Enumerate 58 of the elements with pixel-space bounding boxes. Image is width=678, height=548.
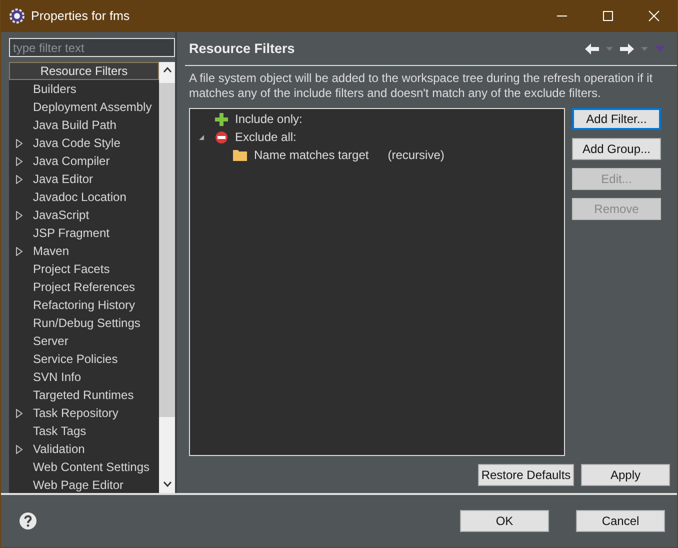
maximize-icon[interactable] (602, 10, 614, 22)
expand-icon[interactable] (16, 409, 23, 418)
nav-item[interactable]: Web Content Settings (9, 458, 159, 476)
nav-item[interactable]: Server (9, 332, 159, 350)
nav-item[interactable]: Service Policies (9, 350, 159, 368)
nav-item[interactable]: Java Compiler (9, 152, 159, 170)
nav-item[interactable]: Java Code Style (9, 134, 159, 152)
window-title: Properties for fms (31, 9, 130, 23)
forward-arrow-icon[interactable] (620, 42, 634, 54)
tree-item[interactable]: Exclude all: (190, 128, 564, 146)
nav-item[interactable]: Targeted Runtimes (9, 386, 159, 404)
dialog-button[interactable]: Cancel (576, 510, 665, 532)
nav-item[interactable]: Deployment Assembly (9, 98, 159, 116)
nav-item[interactable]: Maven (9, 242, 159, 260)
filter-field[interactable]: type filter text (9, 38, 175, 57)
expand-icon[interactable] (16, 139, 23, 148)
close-icon[interactable] (648, 10, 660, 22)
expand-icon[interactable] (16, 211, 23, 220)
page-button[interactable]: Restore Defaults (478, 464, 574, 486)
nav-item[interactable]: Project Facets (9, 260, 159, 278)
gear-icon (9, 8, 25, 24)
expand-icon[interactable] (16, 445, 23, 454)
expand-icon[interactable] (16, 247, 23, 256)
page-title: Resource Filters (189, 41, 295, 56)
collapse-icon[interactable] (198, 134, 205, 140)
scroll-up-icon[interactable] (162, 67, 172, 73)
expand-icon[interactable] (16, 175, 23, 184)
nav-item[interactable]: JavaScript (9, 206, 159, 224)
nav-item[interactable]: Validation (9, 440, 159, 458)
nav-item[interactable]: Project References (9, 278, 159, 296)
nav-item[interactable]: Javadoc Location (9, 188, 159, 206)
description-text: A file system object will be added to the workspace tree during the refresh operation if it matches any of the include filters and doesn't match any of the exclude filters. (189, 71, 654, 101)
help-icon[interactable] (19, 512, 37, 530)
page-button[interactable]: Apply (581, 464, 670, 486)
minus-circle-icon (215, 130, 228, 144)
nav-item[interactable]: Run/Debug Settings (9, 314, 159, 332)
tree-item[interactable]: Include only: (190, 110, 564, 128)
scroll-thumb[interactable] (159, 83, 175, 417)
nav-item[interactable]: Java Build Path (9, 116, 159, 134)
action-button[interactable]: Add Group... (572, 138, 661, 160)
plus-icon (215, 112, 228, 126)
nav-item[interactable]: Web Page Editor (9, 476, 159, 494)
nav-item[interactable]: Builders (9, 80, 159, 98)
expand-icon[interactable] (16, 157, 23, 166)
nav-item[interactable]: JSP Fragment (9, 224, 159, 242)
action-button[interactable]: Add Filter... (572, 108, 661, 130)
scroll-down-icon[interactable] (162, 481, 172, 487)
tree-item[interactable]: Name matches target (recursive) (190, 146, 564, 164)
dialog-button[interactable]: OK (460, 510, 549, 532)
nav-item[interactable]: SVN Info (9, 368, 159, 386)
back-arrow-icon[interactable] (585, 42, 599, 54)
nav-item[interactable]: Resource Filters (9, 62, 159, 80)
nav-item[interactable]: Refactoring History (9, 296, 159, 314)
folder-icon (233, 149, 247, 161)
nav-item[interactable]: Java Editor (9, 170, 159, 188)
nav-item[interactable]: Task Tags (9, 422, 159, 440)
scrollbar[interactable] (159, 62, 175, 493)
nav-item[interactable]: Task Repository (9, 404, 159, 422)
